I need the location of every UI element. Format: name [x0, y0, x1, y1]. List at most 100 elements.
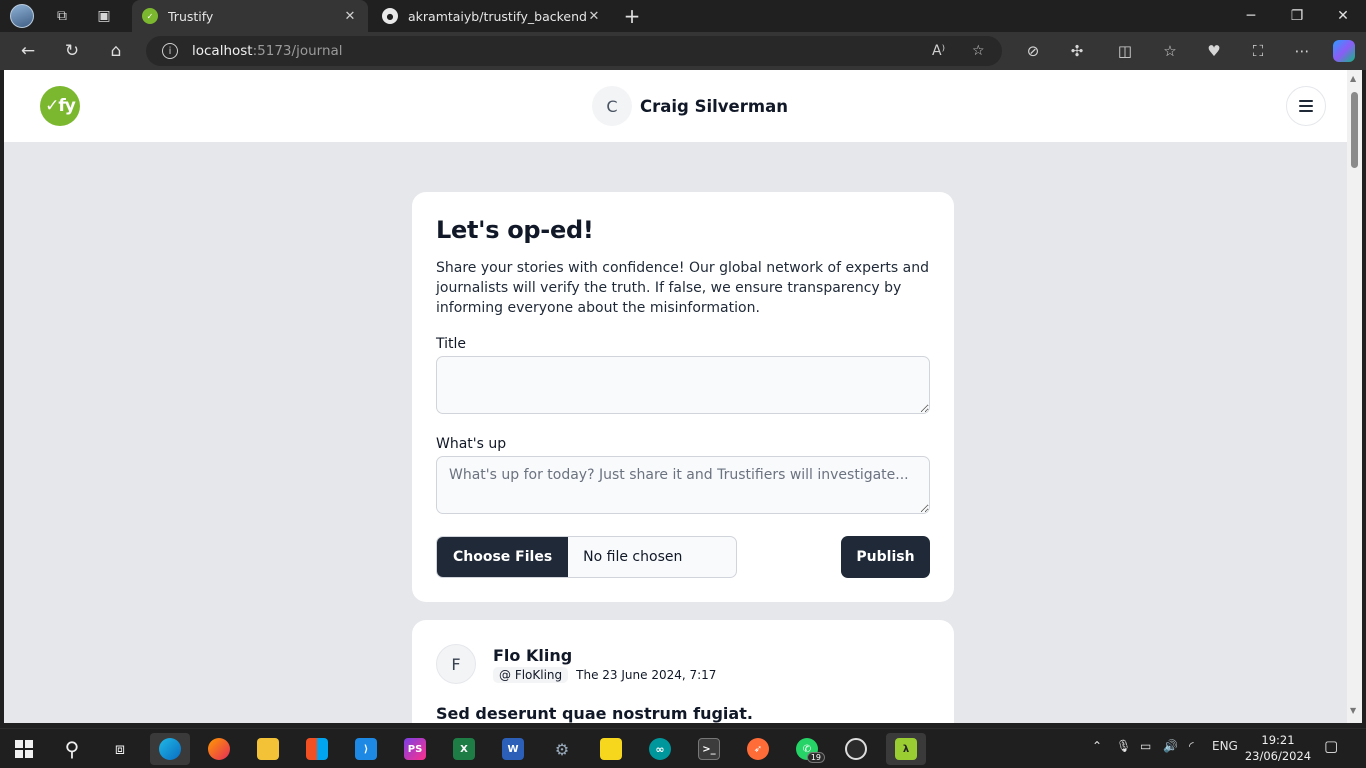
address-bar[interactable]: i localhost:5173/journal A⁾ ☆ — [146, 36, 1002, 66]
notifications-icon[interactable]: ▢ — [1324, 737, 1338, 755]
browser-tab-bar: ⧉ ▣ ✓ Trustify ✕ ● akramtaiyb/trustify_b… — [0, 0, 1366, 32]
obs-icon — [845, 738, 867, 760]
taskbar-store[interactable] — [297, 733, 337, 765]
trustify-favicon-icon: ✓ — [142, 8, 158, 24]
clock-time: 19:21 — [1261, 733, 1295, 747]
new-tab-button[interactable]: + — [620, 4, 644, 28]
tab-trustify[interactable]: ✓ Trustify ✕ — [132, 0, 368, 32]
refresh-icon[interactable]: ↻ — [58, 38, 86, 64]
body-label: What's up — [436, 436, 507, 452]
scrollbar-thumb[interactable] — [1351, 92, 1358, 168]
user-name: Craig Silverman — [640, 96, 788, 116]
close-tab-icon[interactable]: ✕ — [586, 9, 602, 24]
post-title[interactable]: Sed deserunt quae nostrum fugiat. — [436, 704, 753, 723]
site-info-icon[interactable]: i — [162, 43, 178, 59]
taskbar-arduino[interactable]: ∞ — [640, 733, 680, 765]
taskbar-postman[interactable]: ➶ — [738, 733, 778, 765]
compass-icon[interactable]: ⊘ — [1019, 38, 1047, 64]
more-menu-icon[interactable]: ⋯ — [1288, 38, 1316, 64]
taskbar-file-explorer[interactable] — [248, 733, 288, 765]
close-tab-icon[interactable]: ✕ — [342, 9, 358, 24]
compose-card: Let's op-ed! Share your stories with con… — [412, 192, 954, 602]
microphone-icon[interactable]: 🎙 — [1116, 739, 1131, 753]
folder-icon — [257, 738, 279, 760]
browser-toolbar: ← ↻ ⌂ i localhost:5173/journal A⁾ ☆ ⊘ ✣ … — [0, 32, 1366, 70]
taskbar-sticky-notes[interactable] — [591, 733, 631, 765]
scroll-up-icon[interactable]: ▲ — [1350, 74, 1356, 83]
browser-essentials-icon[interactable]: ♥ — [1200, 38, 1228, 64]
screenshot-icon[interactable]: ⛶ — [1244, 38, 1272, 64]
taskbar-edge[interactable] — [150, 733, 190, 765]
excel-icon: X — [453, 738, 475, 760]
file-input[interactable]: Choose Files No file chosen — [436, 536, 737, 578]
battery-icon[interactable]: ▭ — [1140, 739, 1151, 753]
scroll-down-icon[interactable]: ▼ — [1350, 706, 1356, 715]
language-indicator[interactable]: ENG — [1212, 739, 1238, 753]
post-date: The 23 June 2024, 7:17 — [576, 668, 717, 682]
taskbar-terminal[interactable]: >_ — [689, 733, 729, 765]
edge-icon — [159, 738, 181, 760]
tab-title: akramtaiyb/trustify_backend — [408, 8, 586, 24]
taskbar-obs[interactable] — [836, 733, 876, 765]
tab-actions-icon[interactable]: ▣ — [91, 4, 117, 28]
close-window-icon[interactable]: ✕ — [1320, 0, 1366, 32]
hamburger-menu-icon[interactable] — [1286, 86, 1326, 126]
body-input[interactable] — [436, 456, 930, 514]
user-chip[interactable]: C Craig Silverman — [592, 86, 788, 126]
tray-overflow-icon[interactable]: ⌃ — [1092, 739, 1102, 753]
url-host: localhost — [192, 43, 253, 59]
sticky-notes-icon — [600, 738, 622, 760]
taskbar-network-app[interactable]: ⚙ — [542, 733, 582, 765]
workspaces-icon[interactable]: ⧉ — [49, 4, 75, 28]
page-scrollbar[interactable]: ▲ ▼ — [1347, 70, 1362, 723]
post-author-handle[interactable]: @ FloKling — [493, 667, 569, 683]
taskbar-firefox[interactable] — [199, 733, 239, 765]
favorites-icon[interactable]: ☆ — [1156, 38, 1184, 64]
publish-button[interactable]: Publish — [841, 536, 930, 578]
store-icon — [306, 738, 328, 760]
taskbar-xampp[interactable]: λ — [886, 733, 926, 765]
search-button[interactable]: ⚲ — [52, 733, 92, 765]
tab-github[interactable]: ● akramtaiyb/trustify_backend ✕ — [372, 0, 612, 32]
profile-avatar[interactable] — [10, 4, 34, 28]
favorite-star-icon[interactable]: ☆ — [972, 43, 985, 59]
phpstorm-icon: PS — [404, 738, 426, 760]
home-icon[interactable]: ⌂ — [102, 38, 130, 64]
url-path: :5173/journal — [252, 43, 343, 59]
taskbar-word[interactable]: W — [493, 733, 533, 765]
trustify-logo[interactable]: ✓fy — [40, 86, 80, 126]
volume-icon[interactable]: 🔊 — [1163, 739, 1178, 753]
minimize-icon[interactable]: ─ — [1228, 0, 1274, 32]
app-header: ✓fy C Craig Silverman — [4, 70, 1347, 142]
taskbar-whatsapp[interactable]: ✆ 19 — [787, 733, 827, 765]
post-author-avatar[interactable]: F — [436, 644, 476, 684]
system-clock[interactable]: 19:21 23/06/2024 — [1240, 732, 1316, 764]
task-view-button[interactable]: ⧈ — [100, 733, 140, 765]
network-app-icon: ⚙ — [554, 739, 570, 759]
search-icon: ⚲ — [64, 737, 80, 761]
taskbar-excel[interactable]: X — [444, 733, 484, 765]
post-author-name[interactable]: Flo Kling — [493, 646, 572, 665]
start-button[interactable] — [4, 733, 44, 765]
arduino-icon: ∞ — [649, 738, 671, 760]
split-screen-icon[interactable]: ◫ — [1111, 38, 1139, 64]
title-input[interactable] — [436, 356, 930, 414]
compose-description: Share your stories with confidence! Our … — [436, 260, 929, 316]
extensions-icon[interactable]: ✣ — [1063, 38, 1091, 64]
wifi-icon[interactable]: ◜ — [1189, 739, 1194, 753]
terminal-icon: >_ — [698, 738, 720, 760]
post-meta: @ FloKling The 23 June 2024, 7:17 — [493, 667, 716, 683]
restore-icon[interactable]: ❐ — [1274, 0, 1320, 32]
back-icon[interactable]: ← — [14, 38, 42, 64]
read-aloud-icon[interactable]: A⁾ — [932, 43, 945, 59]
user-avatar: C — [592, 86, 632, 126]
windows-icon — [15, 740, 33, 758]
taskbar-vscode[interactable]: ⟩ — [346, 733, 386, 765]
post-card[interactable]: F Flo Kling @ FloKling The 23 June 2024,… — [412, 620, 954, 723]
task-view-icon: ⧈ — [114, 739, 126, 758]
copilot-icon[interactable] — [1333, 40, 1355, 62]
github-favicon-icon: ● — [382, 8, 398, 24]
choose-files-button[interactable]: Choose Files — [437, 537, 569, 577]
page-viewport: ✓fy C Craig Silverman Let's op-ed! Share… — [4, 70, 1347, 723]
taskbar-phpstorm[interactable]: PS — [395, 733, 435, 765]
